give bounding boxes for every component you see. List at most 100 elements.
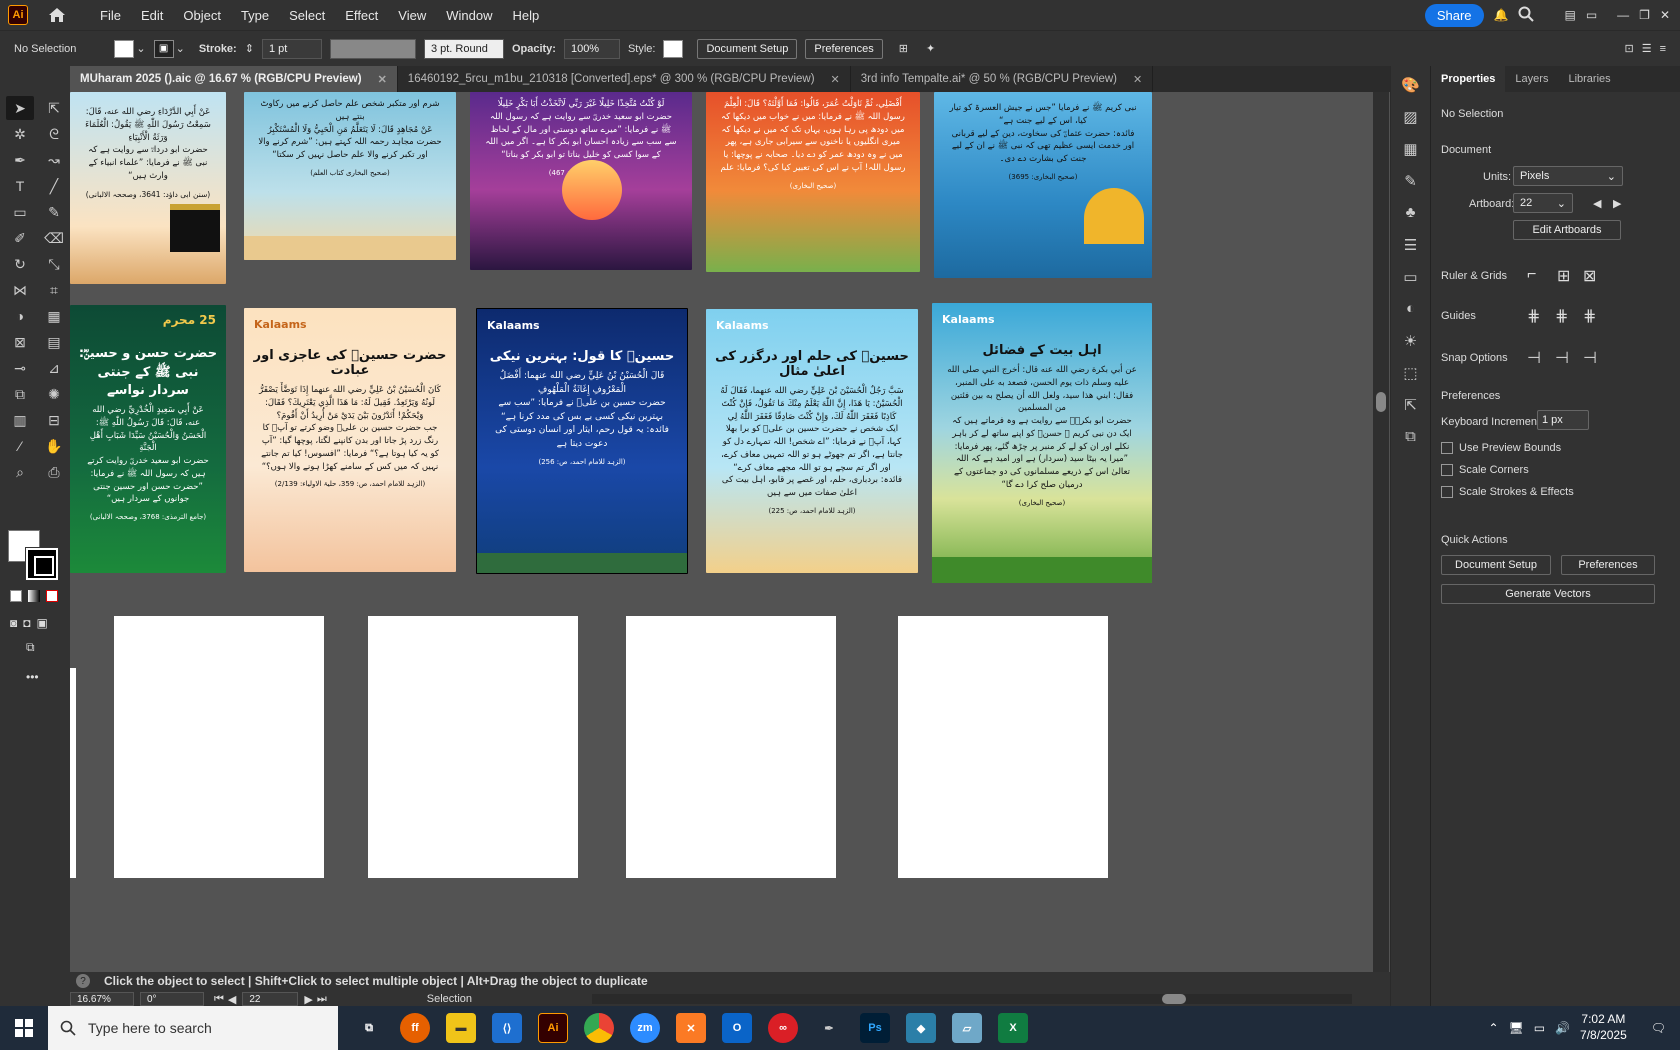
menu-effect[interactable]: Effect [335, 8, 388, 23]
gradient-panel-icon[interactable]: ▭ [1400, 268, 1422, 290]
curvature-tool-icon[interactable]: ↝ [40, 148, 68, 172]
stroke-swatch[interactable]: ▣ [153, 39, 174, 58]
home-icon[interactable] [46, 4, 68, 26]
tab-muharam[interactable]: MUharam 2025 ().aic @ 16.67 % (RGB/CPU P… [70, 66, 398, 92]
style-swatch[interactable] [663, 39, 684, 58]
chevron-up-icon[interactable]: ⌃ [1488, 1021, 1498, 1035]
blank-artboard[interactable] [898, 616, 1108, 878]
chevron-down-icon[interactable]: ⌄ [136, 42, 145, 55]
gradient-tool-icon[interactable]: ▤ [40, 330, 68, 354]
chevron-down-icon[interactable]: ⌄ [176, 42, 185, 55]
brush-dropdown[interactable]: 3 pt. Round [423, 38, 504, 59]
minimize-icon[interactable]: — [1617, 8, 1629, 22]
vscode-icon[interactable]: ⟨⟩ [492, 1013, 522, 1043]
scroll-thumb[interactable] [1162, 994, 1187, 1004]
clock[interactable]: 7:02 AM 7/8/2025 [1580, 1012, 1627, 1043]
hand-tool-icon[interactable]: ✋ [40, 434, 68, 458]
variable-width-dropdown[interactable] [329, 38, 416, 59]
draw-behind-icon[interactable]: ◘ [23, 616, 30, 630]
artboard-canvas[interactable]: عَنْ أَبِي الدَّرْدَاءِ رضي الله عنه، قَ… [70, 92, 1390, 980]
zoom-tool-icon[interactable]: ⌕ [6, 460, 34, 484]
color-panel-icon[interactable]: 🎨 [1400, 76, 1422, 98]
artboard-card[interactable]: 25 محرم حضرت حسن و حسینؓ: نبی ﷺ کے جنتی … [70, 305, 226, 573]
transparency-grid-icon[interactable]: ⊠ [1583, 266, 1596, 286]
artboard-card[interactable]: Kalaams حسینؓ کا قول: بہترین نیکی قَالَ … [476, 308, 688, 574]
menu-view[interactable]: View [388, 8, 436, 23]
image-trace-icon[interactable]: ▨ [1400, 108, 1422, 130]
more-tools-icon[interactable]: ••• [26, 670, 39, 684]
eraser-tool-icon[interactable]: ⌫ [40, 226, 68, 250]
snap-pixel-icon[interactable]: ⊣ [1555, 348, 1569, 368]
photoshop-icon[interactable]: Ps [860, 1013, 890, 1043]
xampp-icon[interactable]: ✕ [676, 1013, 706, 1043]
shaper-tool-icon[interactable]: ✐ [6, 226, 34, 250]
perspective-grid-tool-icon[interactable]: ▦ [40, 304, 68, 328]
edit-artboards-button[interactable]: Edit Artboards [1513, 220, 1621, 240]
symbols-icon[interactable]: ♣ [1400, 204, 1422, 226]
snap-point-icon[interactable]: ⊣ [1527, 348, 1541, 368]
gradient-mode-icon[interactable] [28, 590, 40, 602]
volume-icon[interactable]: 🔊 [1555, 1021, 1570, 1035]
preferences-button[interactable]: Preferences [805, 38, 883, 59]
document-setup-button[interactable]: Document Setup [697, 38, 798, 59]
close-tab-icon[interactable]: ✕ [831, 73, 840, 86]
eyedropper-tool-icon[interactable]: ⊸ [6, 356, 34, 380]
restore-icon[interactable]: ❐ [1639, 8, 1650, 22]
keyboard-increment-field[interactable]: 1 px [1537, 410, 1589, 430]
menu-edit[interactable]: Edit [131, 8, 173, 23]
type-tool-icon[interactable]: T [6, 174, 34, 198]
qa-document-setup-button[interactable]: Document Setup [1441, 555, 1551, 575]
stroke-stepper-icon[interactable]: ⇕ [245, 42, 254, 55]
notifications-icon[interactable]: 🗨 [1651, 1021, 1666, 1035]
arrange-docs-icon[interactable]: ⊡ [1624, 42, 1633, 55]
lock-guides-icon[interactable]: ⋕ [1555, 306, 1568, 326]
artboard-card[interactable]: شرم اور متکبر شخص علم حاصل کرنے میں رکاو… [244, 92, 456, 260]
app-gem-icon[interactable]: ◆ [906, 1013, 936, 1043]
screen-mode-icon[interactable]: ⧉ [26, 640, 35, 655]
column-graph-tool-icon[interactable]: ▥ [6, 408, 34, 432]
artboard-card[interactable]: أَفْضَلِي، ثُمَّ نَاوَلْتُ عُمَرَ، قَالُ… [706, 92, 920, 272]
excel-icon[interactable]: X [998, 1013, 1028, 1043]
menu-type[interactable]: Type [231, 8, 279, 23]
outlook-icon[interactable]: O [722, 1013, 752, 1043]
appearance-icon[interactable]: ☀ [1400, 332, 1422, 354]
color-mode-icon[interactable] [10, 590, 22, 602]
direct-selection-tool-icon[interactable]: ⇱ [40, 96, 68, 120]
close-tab-icon[interactable]: ✕ [378, 73, 387, 86]
illustrator-taskbar-icon[interactable]: Ai [538, 1013, 568, 1043]
rotate-view-dropdown[interactable]: 0° [140, 992, 204, 1006]
tab-layers[interactable]: Layers [1505, 66, 1558, 92]
tab-template[interactable]: 3rd info Tempalte.ai* @ 50 % (RGB/CPU Pr… [851, 66, 1154, 92]
horizontal-scrollbar[interactable] [592, 994, 1353, 1004]
stroke-weight-dropdown[interactable]: 1 pt [261, 38, 322, 59]
rectangle-tool-icon[interactable]: ▭ [6, 200, 34, 224]
creative-cloud-icon[interactable]: ∞ [768, 1013, 798, 1043]
stroke-panel-icon[interactable]: ☰ [1400, 236, 1422, 258]
help-icon[interactable]: ? [76, 974, 90, 988]
arrange-icon[interactable]: ▤ [1564, 8, 1575, 22]
artboard-tool-icon[interactable]: ⊟ [40, 408, 68, 432]
close-icon[interactable]: ✕ [1660, 8, 1670, 22]
paintbrush-tool-icon[interactable]: ✎ [40, 200, 68, 224]
next-artboard-icon[interactable]: ▶ [1613, 197, 1621, 210]
slice-tool-icon[interactable]: ⁄ [6, 434, 34, 458]
generate-vectors-button[interactable]: Generate Vectors [1441, 584, 1655, 604]
network-icon[interactable]: 🖥 [1509, 1021, 1524, 1035]
free-transform-tool-icon[interactable]: ⌗ [40, 278, 68, 302]
recolor-icon[interactable]: ✦ [926, 42, 935, 55]
vertical-scrollbar[interactable] [1373, 92, 1389, 972]
scale-tool-icon[interactable]: ⤡ [40, 252, 68, 276]
menu-help[interactable]: Help [502, 8, 549, 23]
menu-window[interactable]: Window [436, 8, 502, 23]
menu-object[interactable]: Object [173, 8, 231, 23]
measure-tool-icon[interactable]: ⊿ [40, 356, 68, 380]
search-icon[interactable] [1518, 6, 1535, 25]
first-artboard-icon[interactable]: ⏮ [214, 993, 224, 1006]
next-artboard-icon[interactable]: ▶ [304, 993, 312, 1006]
share-button[interactable]: Share [1424, 3, 1484, 27]
graphic-styles-icon[interactable]: ⬚ [1400, 364, 1422, 386]
artboard-nav-dropdown[interactable]: 22 [242, 992, 299, 1006]
tab-eps[interactable]: 16460192_5rcu_m1bu_210318 [Converted].ep… [398, 66, 851, 92]
last-artboard-icon[interactable]: ⏭ [317, 993, 327, 1006]
blend-tool-icon[interactable]: ⧉ [6, 382, 34, 406]
